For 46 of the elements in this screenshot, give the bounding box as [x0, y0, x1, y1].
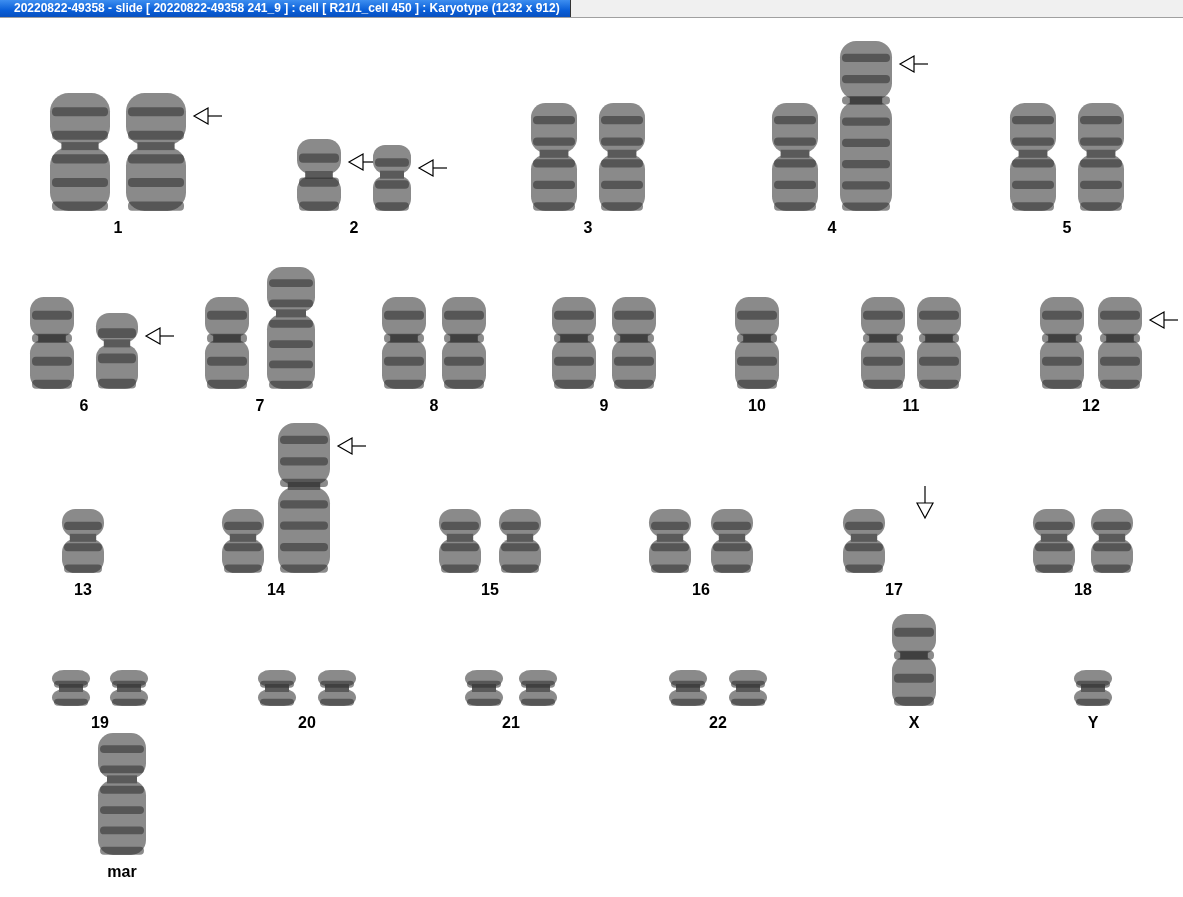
chromosome-label: 6: [79, 397, 89, 415]
chromosome-label: 7: [255, 397, 265, 415]
chromosome-label: X: [908, 714, 920, 732]
chromosome-label: 22: [709, 714, 727, 732]
chromosome-label: 5: [1062, 219, 1072, 237]
chromosome-image: [1032, 509, 1076, 573]
chromosome-label: 4: [827, 219, 837, 237]
chromosome-image: [296, 139, 342, 211]
chromosome-label: 15: [481, 581, 499, 599]
chromosome-image: [61, 509, 105, 573]
chromosome-label: 1: [113, 219, 123, 237]
chromosome-image: [518, 670, 558, 706]
chromosome-label: 2: [349, 219, 359, 237]
chromosome-image: [438, 509, 482, 573]
chromosome-image: [1073, 670, 1113, 706]
chromosome-label: 20: [298, 714, 316, 732]
chromosome-image: [464, 670, 504, 706]
chromosome-image: [728, 670, 768, 706]
chromosome-label: 17: [885, 581, 903, 599]
chromosome-label: 13: [74, 581, 92, 599]
chromosome-label: 10: [748, 397, 766, 415]
chromosome-image: [221, 509, 265, 573]
chromosome-label: 11: [902, 397, 920, 415]
chromosome-label: 8: [429, 397, 439, 415]
chromosome-label: 3: [583, 219, 593, 237]
chromosome-image: [668, 670, 708, 706]
chromosome-image: [498, 509, 542, 573]
chromosome-label: 9: [599, 397, 609, 415]
window-title: 20220822-49358 - slide [ 20220822-49358 241_9 ] : cell [ R21/1_cell 450 ] : Karyotype (1232 x 912): [0, 0, 571, 17]
chromosome-image: [109, 670, 149, 706]
chromosome-label: mar: [107, 863, 137, 881]
chromosome-label: 16: [692, 581, 710, 599]
chromosome-label: 14: [267, 581, 285, 599]
chromosome-image: [51, 670, 91, 706]
chromosome-image: [1090, 509, 1134, 573]
chromosome-image: [372, 145, 412, 211]
chromosome-image: [648, 509, 692, 573]
chromosome-image: [317, 670, 357, 706]
chromosome-image: [257, 670, 297, 706]
chromosome-label: 18: [1074, 581, 1092, 599]
chromosome-label: 19: [91, 714, 109, 732]
chromosome-image: [710, 509, 754, 573]
chromosome-label: 12: [1082, 397, 1100, 415]
chromosome-label: Y: [1087, 714, 1099, 732]
chromosome-image: [842, 509, 886, 573]
chromosome-label: 21: [502, 714, 520, 732]
